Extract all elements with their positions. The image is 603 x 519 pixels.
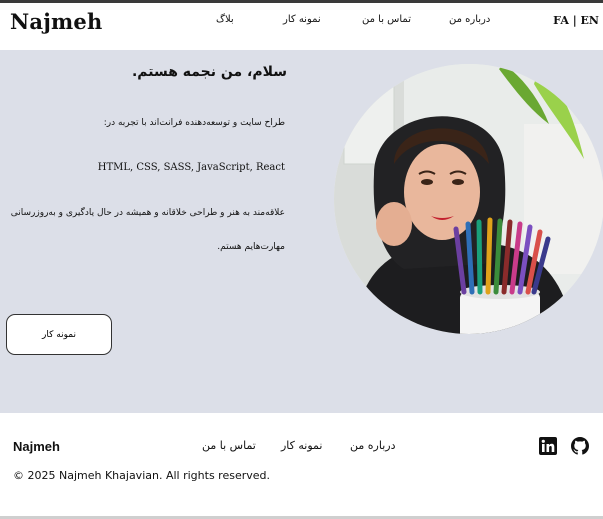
hero-passion-line-2: مهارت‌هایم هستم. <box>217 242 285 252</box>
copyright: © 2025 Najmeh Khajavian. All rights rese… <box>13 469 270 482</box>
portfolio-button[interactable]: نمونه کار <box>6 314 112 355</box>
site-header: Najmeh بلاگ نمونه کار تماس با من درباره … <box>0 3 603 50</box>
footer-nav-contact[interactable]: تماس با من <box>202 439 256 452</box>
site-logo[interactable]: Najmeh <box>10 9 102 34</box>
hero-skills: HTML, CSS, SASS, JavaScript, React <box>97 162 285 173</box>
hero-section: سلام، من نجمه هستم. طراح سایت و توسعه‌ده… <box>0 50 603 413</box>
profile-photo-illustration <box>334 64 603 334</box>
nav-about[interactable]: درباره من <box>449 14 490 25</box>
nav-portfolio[interactable]: نمونه کار <box>283 14 321 25</box>
lang-en[interactable]: EN <box>581 14 599 27</box>
profile-photo <box>334 64 603 334</box>
footer-nav-about[interactable]: درباره من <box>350 439 395 452</box>
footer-nav-portfolio[interactable]: نمونه کار <box>281 439 322 452</box>
nav-blog[interactable]: بلاگ <box>216 14 234 25</box>
hero-title: سلام، من نجمه هستم. <box>131 64 287 80</box>
site-footer: Najmeh تماس با من نمونه کار درباره من © … <box>0 413 603 516</box>
nav-contact[interactable]: تماس با من <box>362 14 411 25</box>
lang-fa[interactable]: FA <box>553 14 569 27</box>
lang-separator: | <box>568 14 581 27</box>
footer-logo[interactable]: Najmeh <box>13 439 60 454</box>
hero-intro: طراح سایت و توسعه‌دهنده فرانت‌اند با تجر… <box>103 118 285 128</box>
language-switcher: FA | EN <box>553 14 599 27</box>
linkedin-icon[interactable] <box>539 437 557 455</box>
hero-passion-line-1: علاقه‌مند به هنر و طراحی خلاقانه و همیشه… <box>10 208 285 218</box>
github-icon[interactable] <box>571 437 589 455</box>
